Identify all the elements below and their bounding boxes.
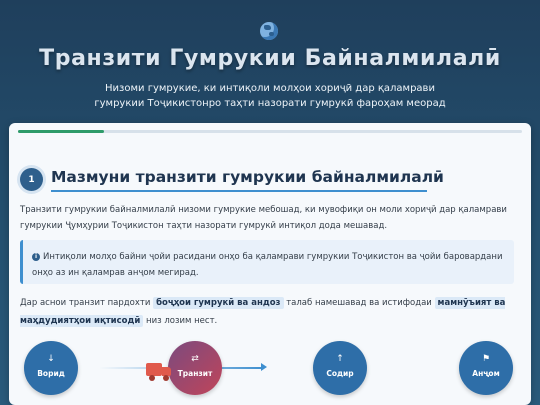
intro-paragraph: Транзити гумрукии байналмилалӣ низоми гу…: [20, 205, 507, 231]
detail-text-middle: талаб намешавад ва истифодаи: [286, 298, 432, 308]
section-title: Мазмуни транзити гумрукии байналмилалӣ: [51, 168, 444, 186]
flow-node-label: Ворид: [37, 369, 65, 378]
progress-bar: [18, 130, 522, 133]
flow-node-finish[interactable]: ⚑ Анҷом: [459, 341, 513, 395]
flow-arrowhead: [261, 363, 267, 371]
flow-node-label: Содир: [326, 369, 354, 378]
step-number-badge: 1: [20, 168, 43, 191]
progress-fill: [18, 130, 104, 133]
info-note-text: Интиқоли молҳо байни ҷойи расидани онҳо …: [32, 252, 503, 278]
globe-icon: [260, 22, 278, 40]
info-note-body: i Интиқоли молҳо байни ҷойи расидани онҳо…: [32, 249, 510, 281]
info-note: i Интиқоли молҳо байни ҷойи расидани онҳо…: [20, 240, 514, 284]
flow-node-label: Анҷом: [472, 369, 500, 378]
flow-node-label: Транзит: [177, 369, 213, 378]
content-card: 1 Мазмуни транзити гумрукии байналмилалӣ…: [9, 123, 531, 405]
page-subtitle: Низоми гумрукие, ки интиқоли молҳои хори…: [94, 83, 446, 109]
flow-node-transit[interactable]: ⇄ Транзит: [168, 341, 222, 395]
page-title: Транзити Гумрукии Байналмилалӣ: [39, 46, 501, 71]
highlight-duties: боҷҳои гумрукӣ ва андоз: [153, 297, 284, 309]
detail-paragraph: Дар аснои транзит пардохти боҷҳои гумрук…: [20, 294, 514, 330]
title-underline: [51, 190, 427, 192]
flow-node-export[interactable]: ↑ Содир: [313, 341, 367, 395]
arrow-up-icon: ↑: [336, 354, 344, 364]
exchange-icon: ⇄: [191, 354, 199, 364]
info-icon: i: [32, 253, 40, 261]
arrow-down-icon: ↓: [47, 354, 55, 364]
page-header: Транзити Гумрукии Байналмилалӣ Низоми гу…: [0, 0, 540, 122]
detail-text-start: Дар аснои транзит пардохти: [20, 298, 151, 308]
truck-icon: [146, 363, 172, 383]
detail-text-end: низ лозим нест.: [146, 316, 218, 326]
flow-node-import[interactable]: ↓ Ворид: [24, 341, 78, 395]
flag-icon: ⚑: [481, 354, 491, 364]
